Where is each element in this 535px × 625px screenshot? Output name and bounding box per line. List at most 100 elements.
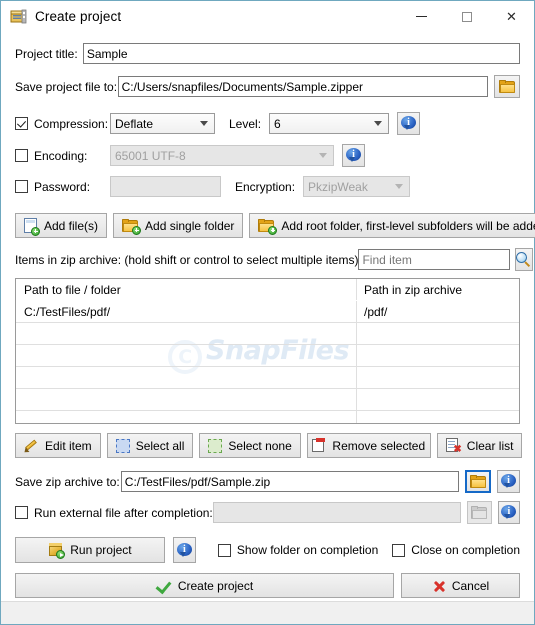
run-external-checkbox[interactable] [15,506,28,519]
archive-icon [10,8,28,26]
add-file-icon [24,217,40,236]
compression-row: Compression: Deflate Level: 6 i [15,112,520,135]
folder-icon [470,505,488,520]
close-button[interactable]: ✕ [489,1,534,32]
compression-level-select[interactable]: 6 [269,113,390,134]
encryption-select[interactable]: PkzipWeak [303,176,411,197]
encoding-info-button[interactable]: i [342,144,365,167]
edit-item-label: Edit item [45,438,92,453]
save-archive-input[interactable] [120,471,460,492]
select-none-icon [208,438,223,453]
run-project-label: Run project [70,543,132,557]
add-buttons-row: Add file(s) Add single folder Add root f… [15,213,535,238]
encryption-label: Encryption: [235,179,296,194]
create-project-window: Create project ✕ Project title: Save pro… [0,0,535,625]
table-row-empty[interactable] [16,389,519,411]
window-title: Create project [35,9,122,24]
password-label: Password: [34,179,91,194]
browse-project-file-button[interactable] [494,75,520,98]
pencil-icon [22,438,39,455]
select-none-button[interactable]: Select none [199,433,301,458]
add-folder-icon [122,218,142,235]
edit-item-button[interactable]: Edit item [15,433,101,458]
info-icon: i [501,505,517,520]
info-icon: i [401,116,417,131]
encoding-checkbox[interactable] [15,149,28,162]
maximize-icon [461,11,472,22]
project-file-input[interactable] [117,76,489,97]
run-project-icon [48,542,66,559]
clear-list-button[interactable]: ✖ Clear list [436,433,523,458]
title-bar: Create project ✕ [1,1,534,32]
close-x-icon [432,579,446,593]
show-folder-label: Show folder on completion [236,543,379,557]
compression-level-value: 6 [274,116,281,131]
browse-external-file-button[interactable] [466,501,492,524]
column-header-zip-path: Path in zip archive [364,282,463,297]
add-root-folder-button[interactable]: Add root folder, first-level subfolders … [249,213,535,238]
project-file-row: Save project file to: [15,75,520,98]
info-icon: i [501,474,517,489]
compression-info-button[interactable]: i [397,112,421,135]
minimize-icon [416,16,427,17]
project-title-input[interactable] [82,43,520,64]
compression-method-select[interactable]: Deflate [110,113,215,134]
run-external-info-button[interactable]: i [497,501,520,524]
run-options-row: Run project i Show folder on completion … [15,537,520,563]
remove-selected-label: Remove selected [332,438,426,453]
row-zip-path: /pdf/ [364,304,388,319]
level-label: Level: [229,116,262,131]
close-icon: ✕ [506,9,517,24]
remove-selected-button[interactable]: Remove selected [306,433,431,458]
add-files-label: Add file(s) [44,218,99,233]
show-folder-checkbox[interactable] [217,543,231,557]
add-files-button[interactable]: Add file(s) [15,213,108,238]
create-project-label: Create project [177,578,254,593]
run-external-label: Run external file after completion: [34,505,213,520]
table-row[interactable]: C:/TestFiles/pdf/ /pdf/ [16,301,519,323]
dialog-content: Project title: Save project file to: Com… [1,32,535,601]
close-on-completion-checkbox[interactable] [392,543,406,557]
find-item-input[interactable] [358,249,511,270]
items-list[interactable]: C SnapFiles Path to file / folder Path in… [15,278,520,424]
table-row-empty[interactable] [16,323,519,345]
select-all-icon [115,438,130,453]
maximize-button[interactable] [444,1,489,32]
table-row-empty[interactable] [16,411,519,423]
add-root-folder-icon [258,218,278,235]
list-header-row: Path to file / folder Path in zip archiv… [16,279,519,301]
items-label-row: Items in zip archive: (hold shift or con… [15,248,534,271]
clear-list-icon: ✖ [445,438,462,455]
save-archive-row: Save zip archive to: i [15,470,520,493]
select-none-label: Select none [228,438,292,453]
table-row-empty[interactable] [16,345,519,367]
window-controls: ✕ [399,1,534,32]
password-input[interactable] [110,176,221,197]
encoding-select[interactable]: 65001 UTF-8 [110,145,334,166]
save-archive-label: Save zip archive to: [15,474,120,489]
password-checkbox[interactable] [15,180,28,193]
find-item-button[interactable] [515,248,534,271]
chevron-down-icon [319,153,327,158]
close-on-completion-label: Close on completion [411,543,520,557]
cancel-button[interactable]: Cancel [401,573,520,598]
browse-archive-button[interactable] [465,470,492,493]
compression-checkbox[interactable] [15,117,28,130]
run-project-button[interactable]: Run project [15,537,165,563]
create-project-button[interactable]: Create project [15,573,394,598]
save-archive-info-button[interactable]: i [497,470,520,493]
folder-icon [469,474,487,489]
compression-label: Compression: [34,116,109,131]
run-external-input[interactable] [212,502,461,523]
run-project-info-button[interactable]: i [172,537,196,563]
add-single-folder-button[interactable]: Add single folder [113,213,244,238]
project-title-row: Project title: [15,43,520,64]
column-divider [356,301,357,322]
table-row-empty[interactable] [16,367,519,389]
check-icon [156,579,172,593]
run-external-row: Run external file after completion: i [15,501,520,524]
column-header-path: Path to file / folder [24,282,121,297]
minimize-button[interactable] [399,1,444,32]
encryption-value: PkzipWeak [308,179,368,194]
select-all-button[interactable]: Select all [106,433,194,458]
